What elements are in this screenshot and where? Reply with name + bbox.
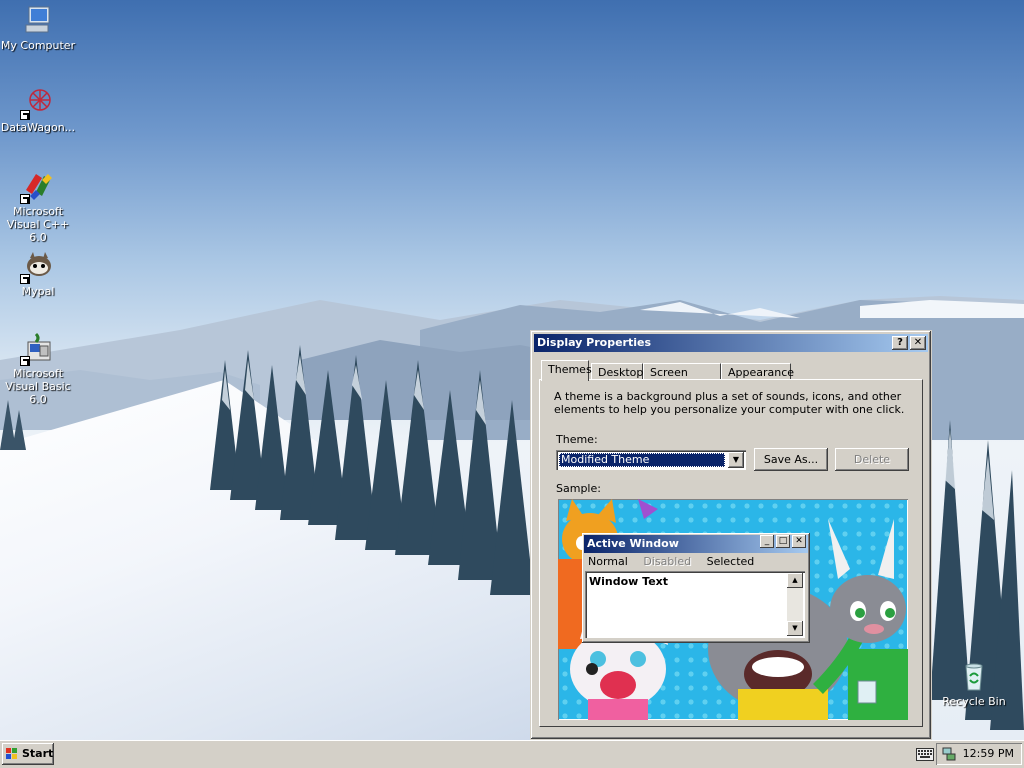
sample-menu-bar: Normal Disabled Selected xyxy=(588,555,766,568)
shortcut-arrow-icon xyxy=(20,356,30,366)
system-tray: 12:59 PM xyxy=(936,743,1022,765)
sample-window-text: Window Text xyxy=(589,575,669,588)
chevron-down-icon[interactable]: ▼ xyxy=(728,452,744,468)
sample-menu-disabled: Disabled xyxy=(643,555,692,568)
desktop-icon-visual-cpp[interactable]: Microsoft Visual C++ 6.0 xyxy=(0,170,76,244)
mypal-icon xyxy=(20,250,54,284)
sample-window-text-area: Window Text ▲ ▼ xyxy=(585,571,805,638)
datawagon-icon xyxy=(20,86,54,120)
start-label: Start xyxy=(22,747,54,760)
taskbar: Start 12:59 PM xyxy=(0,740,1024,768)
sample-menu-selected: Selected xyxy=(706,555,755,568)
scroll-down-icon: ▼ xyxy=(787,621,803,636)
sample-scrollbar: ▲ ▼ xyxy=(787,573,803,636)
shortcut-arrow-icon xyxy=(20,274,30,284)
desktop-icon-label: Mypal xyxy=(21,285,55,298)
shortcut-arrow-icon xyxy=(20,194,30,204)
my-computer-icon xyxy=(22,4,54,36)
theme-description: A theme is a background plus a set of so… xyxy=(554,390,905,416)
visual-cpp-icon xyxy=(20,170,54,204)
theme-sample-preview: Active Window _ □ ✕ Normal Disabled Sele… xyxy=(558,499,908,720)
sample-menu-normal: Normal xyxy=(588,555,628,568)
close-button[interactable]: ✕ xyxy=(910,336,926,350)
windows-flag-icon xyxy=(6,748,17,759)
keyboard-icon[interactable] xyxy=(916,748,934,761)
delete-button[interactable]: Delete xyxy=(835,448,909,471)
forest-left xyxy=(210,345,534,595)
desktop-icon-mypal[interactable]: Mypal xyxy=(0,250,76,298)
window-titlebar[interactable]: Display Properties ? ✕ xyxy=(534,334,928,352)
visual-basic-icon xyxy=(20,332,54,366)
sample-active-window: Active Window _ □ ✕ Normal Disabled Sele… xyxy=(582,533,810,643)
desktop-icon-datawagon[interactable]: DataWagon... xyxy=(0,86,76,134)
minimize-icon: _ xyxy=(760,535,774,548)
recycle-bin-icon xyxy=(958,660,990,692)
display-properties-window[interactable]: Display Properties ? ✕ Themes Desktop Sc… xyxy=(530,330,932,740)
maximize-icon: □ xyxy=(776,535,790,548)
desktop-icon-label: Microsoft Visual C++ 6.0 xyxy=(6,205,70,244)
desktop-icon-label: Recycle Bin xyxy=(942,695,1006,708)
scroll-up-icon: ▲ xyxy=(787,573,803,588)
window-title: Display Properties xyxy=(537,336,652,349)
theme-select-value: Modified Theme xyxy=(559,453,725,467)
desktop-icon-recycle-bin[interactable]: Recycle Bin xyxy=(936,660,1012,708)
desktop-icon-label: My Computer xyxy=(0,39,76,52)
tab-themes[interactable]: Themes xyxy=(541,360,592,381)
desktop-icon-my-computer[interactable]: My Computer xyxy=(0,4,76,52)
shortcut-arrow-icon xyxy=(20,110,30,120)
themes-panel: A theme is a background plus a set of so… xyxy=(539,379,923,727)
start-button[interactable]: Start xyxy=(2,743,54,765)
help-button[interactable]: ? xyxy=(892,336,908,350)
desktop-icon-visual-basic[interactable]: Microsoft Visual Basic 6.0 xyxy=(0,332,76,406)
save-as-button[interactable]: Save As... xyxy=(754,448,828,471)
desktop-icon-label: Microsoft Visual Basic 6.0 xyxy=(5,367,71,406)
sample-label: Sample: xyxy=(556,482,601,495)
theme-select[interactable]: Modified Theme ▼ xyxy=(556,450,746,470)
sample-window-title: Active Window xyxy=(584,535,808,553)
desktop-icon-label: DataWagon... xyxy=(0,121,76,134)
network-icon[interactable] xyxy=(942,747,956,761)
clock[interactable]: 12:59 PM xyxy=(963,743,1014,765)
theme-label: Theme: xyxy=(556,433,598,446)
close-icon: ✕ xyxy=(792,535,806,548)
